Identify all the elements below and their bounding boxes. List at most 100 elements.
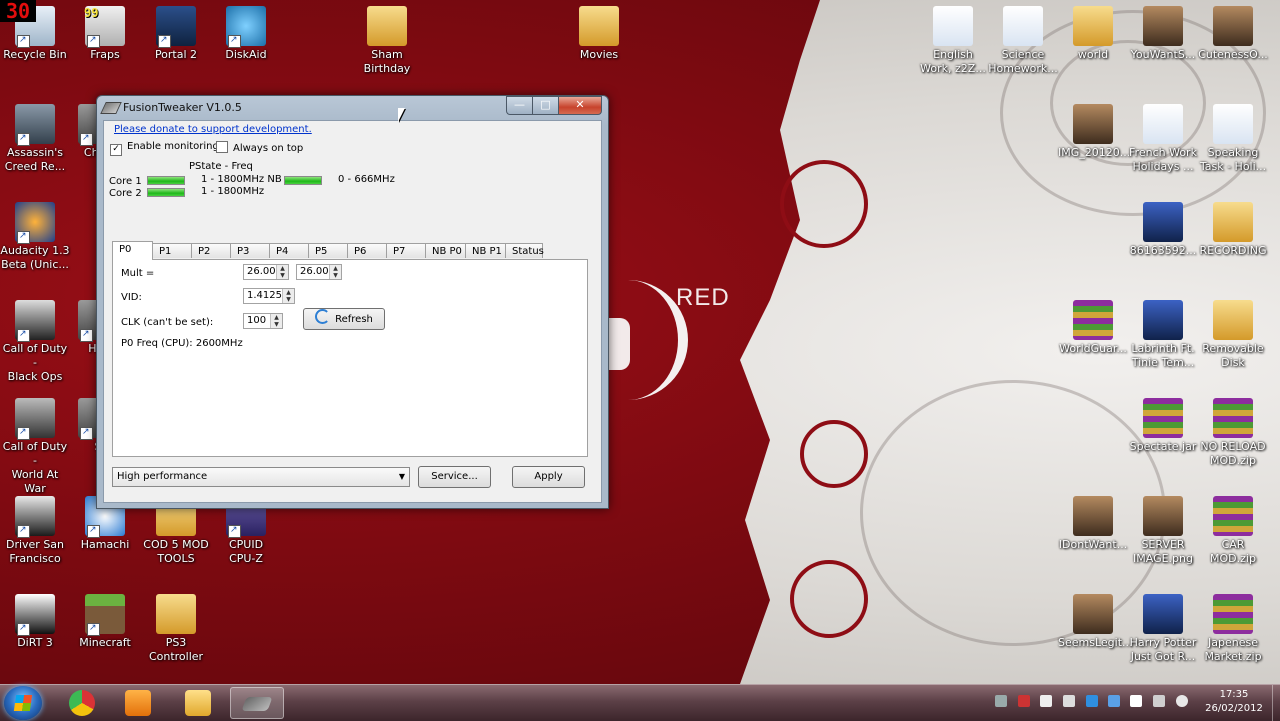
chevron-down-icon[interactable]: ▼ — [399, 468, 405, 486]
desktop-icon[interactable]: IMG_20120... — [1058, 100, 1131, 160]
tab-p5[interactable]: P5 — [308, 243, 348, 258]
desktop-icon[interactable]: Driver San Francisco — [0, 492, 70, 566]
service-button[interactable]: Service... — [418, 466, 491, 488]
desktop-icon[interactable]: Fraps — [70, 2, 140, 62]
tab-p0[interactable]: P0 — [112, 241, 153, 260]
tab-p3[interactable]: P3 — [230, 243, 270, 258]
desktop-icon[interactable]: Call of Duty - World At War — [0, 394, 70, 496]
minecraft-icon — [85, 594, 125, 636]
nb-freq: 0 - 666MHz — [338, 174, 395, 185]
window-title: FusionTweaker V1.0.5 — [123, 101, 242, 114]
desktop-icon[interactable]: CutenessO... — [1198, 2, 1268, 62]
desktop-icon-label: Movies — [579, 48, 619, 61]
taskbar-explorer[interactable] — [172, 687, 226, 719]
desktop-icon[interactable]: Science Homework... — [988, 2, 1058, 76]
always-on-top-checkbox[interactable]: Always on top — [216, 141, 303, 154]
vid-stepper[interactable]: 1.4125 ▲ ▼ — [243, 288, 295, 304]
tab-nb-p1[interactable]: NB P1 — [465, 243, 506, 258]
tab-p4[interactable]: P4 — [269, 243, 309, 258]
tray-usb-icon[interactable] — [1063, 695, 1075, 707]
power-plan-select[interactable]: High performance ▼ — [112, 467, 410, 487]
tab-p6[interactable]: P6 — [347, 243, 387, 258]
desktop-icon[interactable]: CAR MOD.zip — [1198, 492, 1268, 566]
taskbar-media-player[interactable] — [112, 687, 166, 719]
desktop-icon[interactable]: Labrinth Ft. Tinie Tem... — [1128, 296, 1198, 370]
volume-muted-icon[interactable] — [1176, 695, 1188, 707]
desktop-icon[interactable]: SeemsLegit... — [1058, 590, 1133, 650]
spin-arrows-icon[interactable]: ▲ ▼ — [282, 289, 294, 303]
donate-link[interactable]: Please donate to support development. — [114, 124, 312, 135]
refresh-button[interactable]: Refresh — [303, 308, 385, 330]
window-titlebar[interactable]: FusionTweaker V1.0.5 — □ ✕ — [97, 96, 608, 120]
clk-stepper[interactable]: 100 ▲ ▼ — [243, 313, 283, 329]
desktop-icon-label: IMG_20120... — [1058, 146, 1131, 159]
tab-status[interactable]: Status — [505, 243, 544, 258]
tray-hamachi-icon[interactable] — [1040, 695, 1052, 707]
desktop-icon-label: Driver San Francisco — [5, 538, 65, 565]
spin-arrows-icon[interactable]: ▲ ▼ — [276, 265, 288, 279]
desktop-icon[interactable]: IDontWant... — [1058, 492, 1128, 552]
desktop-icon[interactable]: NO RELOAD MOD.zip — [1198, 394, 1268, 468]
desktop-icon[interactable]: world — [1058, 2, 1128, 62]
tray-app-icon[interactable] — [1018, 695, 1030, 707]
shortcut-arrow-icon — [80, 131, 93, 146]
desktop-icon[interactable]: Minecraft — [70, 590, 140, 650]
desktop-icon[interactable]: DiRT 3 — [0, 590, 70, 650]
maximize-button[interactable]: □ — [532, 96, 559, 115]
tray-pen-icon[interactable] — [995, 695, 1007, 707]
image-icon — [1073, 496, 1113, 536]
close-button[interactable]: ✕ — [558, 96, 602, 115]
desktop-icon[interactable]: Movies — [564, 2, 634, 62]
desktop-icon[interactable]: Japenese Market.zip — [1198, 590, 1268, 664]
desktop-icon[interactable]: PS3 Controller — [141, 590, 211, 664]
core2-label: Core 2 — [109, 188, 142, 199]
desktop-icon[interactable]: 86163592... — [1128, 198, 1198, 258]
winrar-icon — [1213, 594, 1253, 634]
tray-flag-icon[interactable] — [1130, 695, 1142, 707]
desktop-icon[interactable]: Speaking Task - Holi... — [1198, 100, 1268, 174]
diskaid-icon — [226, 6, 266, 48]
always-on-top-box[interactable] — [216, 141, 228, 153]
desktop-icon-label: Call of Duty - Black Ops — [2, 342, 68, 383]
mult-b-stepper[interactable]: 26.00 ▲ ▼ — [296, 264, 342, 280]
start-button[interactable] — [4, 686, 42, 720]
taskbar-fusiontweaker[interactable] — [230, 687, 284, 719]
app-icon — [100, 102, 122, 114]
mult-a-stepper[interactable]: 26.00 ▲ ▼ — [243, 264, 289, 280]
desktop-icon[interactable]: Portal 2 — [141, 2, 211, 62]
tab-p1[interactable]: P1 — [152, 243, 192, 258]
apply-button[interactable]: Apply — [512, 466, 585, 488]
spin-arrows-icon[interactable]: ▲ ▼ — [329, 265, 341, 279]
clk-value: 100 — [247, 315, 267, 326]
show-desktop-button[interactable] — [1272, 685, 1280, 721]
desktop-icon-label: NO RELOAD MOD.zip — [1200, 440, 1266, 467]
desktop-icon[interactable]: English Work, z2Z... — [918, 2, 988, 76]
desktop-icon[interactable]: SERVER IMAGE.png — [1128, 492, 1198, 566]
desktop-icon[interactable]: WorldGuar... — [1058, 296, 1128, 356]
tab-nb-p0[interactable]: NB P0 — [425, 243, 466, 258]
desktop-icon[interactable]: French Work Holidays ... — [1128, 100, 1198, 174]
taskbar-chrome[interactable] — [56, 687, 110, 719]
desktop-icon[interactable]: Assassin's Creed Re... — [0, 100, 70, 174]
enable-monitoring-checkbox[interactable]: ✓ Enable monitoring — [110, 141, 219, 156]
enable-monitoring-box[interactable]: ✓ — [110, 144, 122, 156]
desktop-icon[interactable]: Harry Potter Just Got R... — [1128, 590, 1198, 664]
tray-sync-icon[interactable] — [1086, 695, 1098, 707]
tray-network-icon[interactable] — [1108, 695, 1120, 707]
tab-p7[interactable]: P7 — [386, 243, 426, 258]
tab-p2[interactable]: P2 — [191, 243, 231, 258]
desktop-icon[interactable]: Spectate.jar — [1128, 394, 1198, 454]
desktop-icon[interactable]: Sham Birthday — [352, 2, 422, 76]
desktop-icon[interactable]: RECORDING — [1198, 198, 1268, 258]
system-clock[interactable]: 17:35 26/02/2012 — [1200, 688, 1268, 716]
desktop-icon[interactable]: YouWantS... — [1128, 2, 1198, 62]
desktop-icon[interactable]: Audacity 1.3 Beta (Unic... — [0, 198, 70, 272]
spin-arrows-icon[interactable]: ▲ ▼ — [270, 314, 282, 328]
desktop-icon[interactable]: Removable Disk — [1198, 296, 1268, 370]
minimize-button[interactable]: — — [506, 96, 533, 115]
wifi-signal-icon[interactable] — [1153, 695, 1165, 707]
desktop-icon[interactable]: Call of Duty - Black Ops — [0, 296, 70, 384]
desktop-icon[interactable]: DiskAid — [211, 2, 281, 62]
folder-icon — [1073, 6, 1113, 46]
fusiontweaker-window[interactable]: FusionTweaker V1.0.5 — □ ✕ Please donate… — [96, 95, 609, 509]
